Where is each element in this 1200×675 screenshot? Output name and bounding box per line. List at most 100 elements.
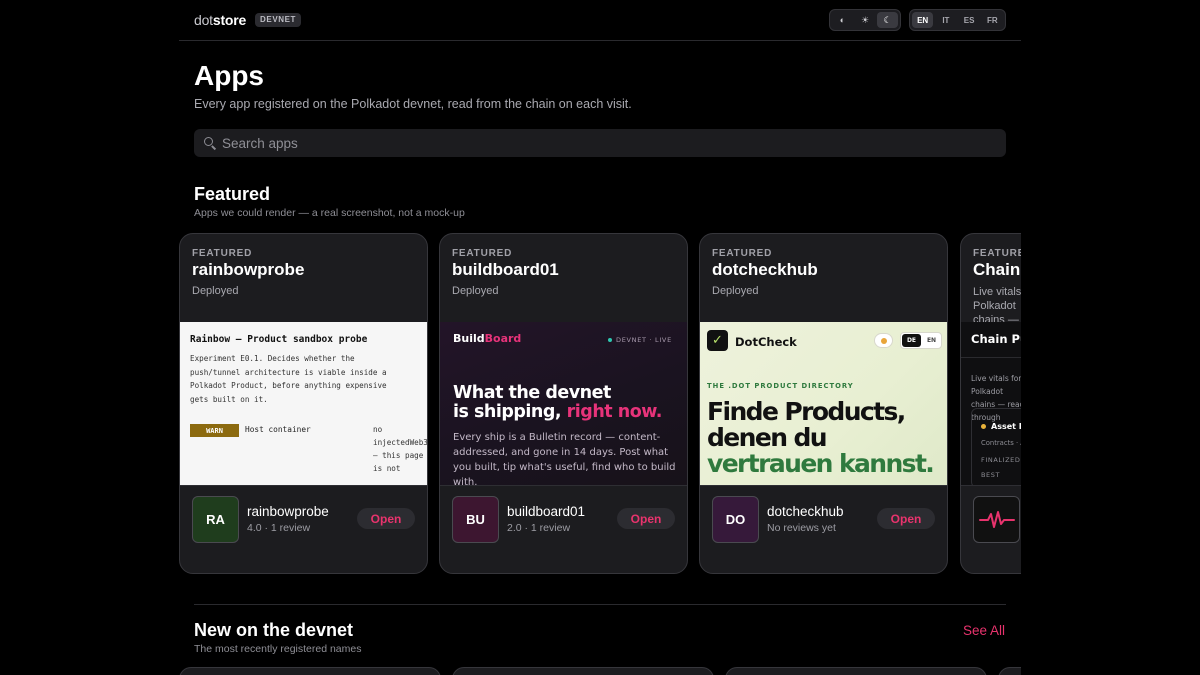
dotstore-logo[interactable]: dotstore <box>194 12 246 28</box>
new-section-title: New on the devnet <box>194 620 354 640</box>
moon-icon[interactable]: ☾ <box>877 12 899 28</box>
search-icon <box>204 137 216 150</box>
headline-line: is shipping, right now. <box>453 403 662 422</box>
app-page: dotstore DEVNET ◐ ☀ ☾ EN IT ES FR Apps E… <box>0 0 1200 675</box>
app-rating: 2.0 · 1 review <box>507 522 571 534</box>
card-kicker: FEATURED <box>452 248 513 259</box>
app-rating: No reviews yet <box>767 522 836 534</box>
card-footer: RA rainbowprobe 4.0 · 1 review Open <box>180 485 427 573</box>
best-label: BEST <box>981 471 1001 479</box>
app-name: dotcheckhub <box>767 504 844 519</box>
warn-badge: WARN <box>190 424 239 437</box>
logo-dot-text: dot <box>194 12 213 28</box>
card-footer: BU buildboard01 2.0 · 1 review Open <box>440 485 687 573</box>
headline-accent: vertrauen kannst. <box>707 449 935 478</box>
shot-host-label: Host container <box>245 425 311 434</box>
asset-name: Asset Hub <box>991 422 1021 431</box>
card-kicker: FEATURED <box>712 248 773 259</box>
headline-line: denen du <box>707 423 828 452</box>
new-apps-row <box>179 667 1021 675</box>
app-rating: 4.0 · 1 review <box>247 522 311 534</box>
headline-part: is shipping, <box>453 402 567 422</box>
dotcheck-logo: DotCheck <box>735 335 797 349</box>
card-footer <box>961 485 1021 573</box>
featured-card-buildboard01[interactable]: FEATURED buildboard01 Deployed BuildBoar… <box>439 233 688 574</box>
live-label: DEVNET · LIVE <box>616 336 672 344</box>
logo-store-text: store <box>212 12 247 28</box>
language-switcher: EN IT ES FR <box>909 9 1006 31</box>
sun-icon[interactable]: ☀ <box>855 12 876 28</box>
asset-label: Asset Hub <box>981 422 1021 431</box>
featured-subtitle: Apps we could render — a real screenshot… <box>194 207 465 219</box>
app-name: buildboard01 <box>507 504 586 519</box>
shot-side-text: no injectedWeb3 — this page is not <box>373 425 427 473</box>
card-title: dotcheckhub <box>712 260 818 279</box>
card-kicker: FEATURED <box>973 248 1021 259</box>
new-app-card[interactable] <box>452 667 714 675</box>
card-title: Chain Pulse <box>973 260 1021 279</box>
featured-card-chain-pulse[interactable]: FEATURED Chain Pulse Live vitals for Pol… <box>960 233 1021 574</box>
contrast-icon[interactable]: ◐ <box>832 12 853 28</box>
card-title: rainbowprobe <box>192 260 305 279</box>
shot-title: Chain Pulse <box>971 332 1021 346</box>
shot-headline: Finde Products, denen du vertrauen kanns… <box>707 397 935 478</box>
search-input[interactable] <box>222 135 982 151</box>
open-button[interactable]: Open <box>357 508 415 529</box>
page-title: Apps <box>194 60 264 91</box>
featured-carousel[interactable]: FEATURED rainbowprobe Deployed Rainbow —… <box>179 233 1021 575</box>
divider <box>961 357 1021 358</box>
open-button[interactable]: Open <box>877 508 935 529</box>
card-status: Deployed <box>192 285 239 297</box>
asset-sub: Contracts · Asset Hub <box>981 439 1021 447</box>
app-screenshot: ✓ DotCheck DE EN THE .DOT PRODUCT DIRECT… <box>700 322 947 485</box>
logo-part: Build <box>453 332 485 345</box>
card-status: Deployed <box>452 285 499 297</box>
avatar: DO <box>712 496 759 543</box>
app-screenshot: Rainbow — Product sandbox probe Experime… <box>180 322 427 485</box>
network-badge: DEVNET <box>255 13 302 27</box>
pulse-icon <box>973 496 1020 543</box>
check-icon: ✓ <box>707 330 728 351</box>
featured-card-dotcheckhub[interactable]: FEATURED dotcheckhub Deployed ✓ DotCheck… <box>699 233 948 574</box>
finalized-label: FINALIZED <box>981 456 1021 464</box>
open-button[interactable]: Open <box>617 508 675 529</box>
status-dot-icon <box>981 424 986 429</box>
new-app-card[interactable] <box>179 667 441 675</box>
app-name: rainbowprobe <box>247 504 329 519</box>
page-subtitle: Every app registered on the Polkadot dev… <box>194 97 632 111</box>
live-indicator: DEVNET · LIVE <box>608 336 672 344</box>
app-screenshot: Chain Pulse Live vitals for Polkadot cha… <box>961 322 1021 485</box>
heartbeat-icon <box>978 510 1015 528</box>
card-kicker: FEATURED <box>192 248 253 259</box>
shot-headline: What the devnet is shipping, right now. <box>453 384 662 422</box>
avatar: BU <box>452 496 499 543</box>
card-status: Deployed <box>712 285 759 297</box>
avatar: RA <box>192 496 239 543</box>
headline-line: What the devnet <box>453 383 611 403</box>
theme-switcher: ◐ ☀ ☾ <box>829 9 901 31</box>
search-bar[interactable] <box>194 129 1006 157</box>
featured-card-rainbowprobe[interactable]: FEATURED rainbowprobe Deployed Rainbow —… <box>179 233 428 574</box>
shot-text: Every ship is a Bulletin record — conten… <box>453 432 676 485</box>
new-section-subtitle: The most recently registered names <box>194 643 362 655</box>
lang-es-button[interactable]: ES <box>959 12 980 28</box>
card-footer: DO dotcheckhub No reviews yet Open <box>700 485 947 573</box>
lang-en: EN <box>926 337 937 344</box>
buildboard-logo: BuildBoard <box>453 332 521 345</box>
new-app-card[interactable] <box>725 667 987 675</box>
logo-part: Board <box>484 332 522 345</box>
lang-it-button[interactable]: IT <box>935 12 956 28</box>
app-screenshot: BuildBoard DEVNET · LIVE What the devnet… <box>440 322 687 485</box>
section-divider <box>194 604 1006 605</box>
see-all-link[interactable]: See All <box>963 623 1005 638</box>
shot-kicker: THE .DOT PRODUCT DIRECTORY <box>707 382 854 390</box>
live-dot-icon <box>608 338 612 342</box>
new-app-card[interactable] <box>998 667 1021 675</box>
headline-accent: right now. <box>566 402 663 422</box>
lang-en-button[interactable]: EN <box>912 12 934 28</box>
headline-line: Finde Products, <box>707 397 906 426</box>
lang-fr-button[interactable]: FR <box>982 12 1003 28</box>
card-title: buildboard01 <box>452 260 559 279</box>
top-bar: dotstore DEVNET ◐ ☀ ☾ EN IT ES FR <box>179 0 1021 41</box>
featured-title: Featured <box>194 184 271 204</box>
